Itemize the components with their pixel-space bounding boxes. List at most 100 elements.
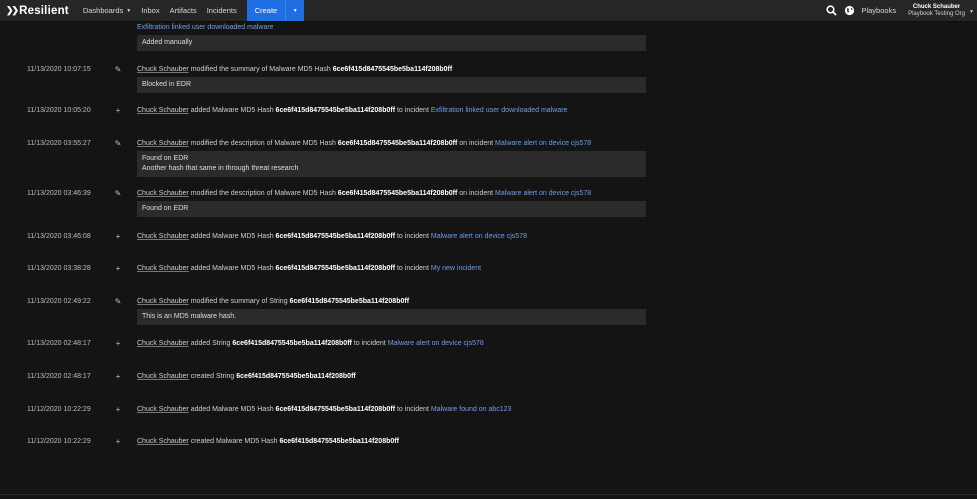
artifact-hash: 6ce6f415d8475545be5ba114f208b0ff: [279, 438, 399, 445]
action-text: added Malware MD5 Hash: [190, 233, 274, 240]
entry-description: Chuck Schauber added Malware MD5 Hash 6c…: [137, 233, 527, 240]
user-link[interactable]: Chuck Schauber: [137, 298, 189, 305]
user-link[interactable]: Chuck Schauber: [137, 373, 189, 380]
artifact-hash: 6ce6f415d8475545be5ba114f208b0ff: [236, 373, 356, 380]
plus-icon: +: [115, 436, 121, 446]
action-text: created Malware MD5 Hash: [190, 438, 278, 445]
action-text: added String: [190, 340, 231, 347]
incident-link[interactable]: Exfiltration linked user downloaded malw…: [137, 24, 274, 31]
artifact-hash: 6ce6f415d8475545be5ba114f208b0ff: [337, 140, 458, 147]
incident-link[interactable]: Malware alert on device cjs578: [495, 140, 591, 147]
entry-note: Added manually: [137, 35, 646, 51]
nav-incidents[interactable]: Incidents: [207, 0, 237, 21]
incident-link[interactable]: Malware alert on device cjs578: [495, 190, 591, 197]
entry-description: Chuck Schauber created Malware MD5 Hash …: [137, 438, 399, 445]
entry-description: Chuck Schauber added Malware MD5 Hash 6c…: [137, 406, 511, 413]
artifact-hash: 6ce6f415d8475545be5ba114f208b0ff: [232, 340, 352, 347]
entry-note: This is an MD5 malware hash.: [137, 309, 646, 325]
nav-dashboards[interactable]: Dashboards ▼: [83, 0, 131, 21]
entry-description: Chuck Schauber modified the summary of S…: [137, 298, 409, 305]
artifact-hash: 6ce6f415d8475545be5ba114f208b0ff: [337, 190, 458, 197]
plus-icon: +: [115, 371, 121, 381]
note-line: Found on EDR: [142, 155, 189, 162]
action-text: modified the summary of String: [190, 298, 288, 305]
action-text: created String: [190, 373, 235, 380]
entry-note: Blocked in EDR: [137, 77, 646, 93]
connector-text: to incident: [396, 107, 429, 114]
entry-timestamp: 11/13/2020 02:48:17: [27, 340, 91, 347]
entry-timestamp: 11/13/2020 10:05:20: [27, 107, 91, 114]
entry-description: Chuck Schauber created String 6ce6f415d8…: [137, 373, 356, 380]
chevron-down-icon: ▼: [126, 7, 132, 14]
action-text: modified the description of Malware MD5 …: [190, 140, 336, 147]
action-text: modified the summary of Malware MD5 Hash: [190, 66, 331, 73]
user-link[interactable]: Chuck Schauber: [137, 438, 189, 445]
artifact-hash: 6ce6f415d8475545be5ba114f208b0ff: [275, 107, 396, 114]
connector-text: to incident: [353, 340, 386, 347]
connector-text: to incident: [396, 406, 429, 413]
user-link[interactable]: Chuck Schauber: [137, 233, 189, 240]
entry-description: Chuck Schauber modified the description …: [137, 140, 591, 147]
user-menu[interactable]: Chuck Schauber Playbook Testing Org: [908, 4, 965, 18]
right-toolbar: Playbooks Chuck Schauber Playbook Testin…: [825, 0, 977, 21]
artifact-hash: 6ce6f415d8475545be5ba114f208b0ff: [275, 406, 396, 413]
user-link[interactable]: Chuck Schauber: [137, 190, 189, 197]
user-link[interactable]: Chuck Schauber: [137, 265, 189, 272]
incident-link[interactable]: My new incident: [431, 265, 481, 272]
incident-link[interactable]: Malware alert on device cjs578: [431, 233, 527, 240]
user-link[interactable]: Chuck Schauber: [137, 107, 189, 114]
entry-timestamp: 11/13/2020 02:49:22: [27, 298, 91, 305]
plus-icon: +: [115, 105, 121, 115]
user-link[interactable]: Chuck Schauber: [137, 406, 189, 413]
user-link[interactable]: Chuck Schauber: [137, 66, 189, 73]
user-link[interactable]: Chuck Schauber: [137, 340, 189, 347]
user-link[interactable]: Chuck Schauber: [137, 140, 189, 147]
search-icon[interactable]: [825, 5, 837, 17]
connector-text: on incident: [459, 140, 494, 147]
plus-icon: +: [115, 338, 121, 348]
entry-description: Chuck Schauber modified the description …: [137, 190, 591, 197]
action-text: modified the description of Malware MD5 …: [190, 190, 336, 197]
action-text: added Malware MD5 Hash: [190, 107, 274, 114]
entry-timestamp: 11/13/2020 03:46:08: [27, 233, 91, 240]
entry-timestamp: 11/13/2020 10:07:15: [27, 66, 91, 73]
artifact-hash: 6ce6f415d8475545be5ba114f208b0ff: [275, 233, 396, 240]
entry-timestamp: 11/13/2020 02:48:17: [27, 373, 91, 380]
logo-mark-icon: ❯❯: [6, 5, 19, 15]
entry-timestamp: 11/13/2020 03:38:28: [27, 265, 91, 272]
resilient-logo[interactable]: ❯❯ Resilient: [6, 5, 69, 17]
plus-icon: +: [115, 231, 121, 241]
chevron-down-icon: ▼: [292, 7, 298, 14]
entry-description: Chuck Schauber added String 6ce6f415d847…: [137, 340, 484, 347]
action-text: added Malware MD5 Hash: [190, 406, 274, 413]
artifact-hash: 6ce6f415d8475545be5ba114f208b0ff: [275, 265, 396, 272]
connector-text: to incident: [396, 233, 429, 240]
incident-link[interactable]: Malware found on abc123: [431, 406, 512, 413]
entry-timestamp: 11/13/2020 03:46:39: [27, 190, 91, 197]
connector-text: on incident: [459, 190, 494, 197]
chevron-down-icon[interactable]: ▼: [969, 9, 974, 15]
globe-icon[interactable]: [843, 5, 855, 17]
note-line: Blocked in EDR: [142, 81, 192, 88]
pencil-icon: ✎: [114, 64, 122, 74]
nav-inbox[interactable]: Inbox: [141, 0, 159, 21]
create-dropdown-button[interactable]: ▼: [285, 0, 305, 21]
plus-icon: +: [115, 404, 121, 414]
entry-timestamp: 11/13/2020 03:55:27: [27, 140, 91, 147]
top-nav-bar: ❯❯ Resilient Dashboards ▼ Inbox Artifact…: [0, 0, 977, 22]
entry-description: Chuck Schauber added Malware MD5 Hash 6c…: [137, 265, 481, 272]
pencil-icon: ✎: [114, 188, 122, 198]
incident-link[interactable]: Exfiltration linked user downloaded malw…: [431, 107, 568, 114]
divider: [0, 494, 977, 495]
artifact-hash: 6ce6f415d8475545be5ba114f208b0ff: [289, 298, 410, 305]
nav-artifacts[interactable]: Artifacts: [170, 0, 197, 21]
create-button[interactable]: Create: [246, 0, 286, 21]
plus-icon: +: [115, 263, 121, 273]
note-line: Another hash that same in through threat…: [142, 165, 299, 172]
entry-timestamp: 11/12/2020 10:22:29: [27, 406, 91, 413]
playbooks-link[interactable]: Playbooks: [861, 6, 896, 15]
pencil-icon: ✎: [114, 138, 122, 148]
incident-link[interactable]: Malware alert on device cjs578: [388, 340, 484, 347]
entry-description: Chuck Schauber added Malware MD5 Hash 6c…: [137, 107, 567, 114]
note-line: This is an MD5 malware hash.: [142, 313, 237, 320]
